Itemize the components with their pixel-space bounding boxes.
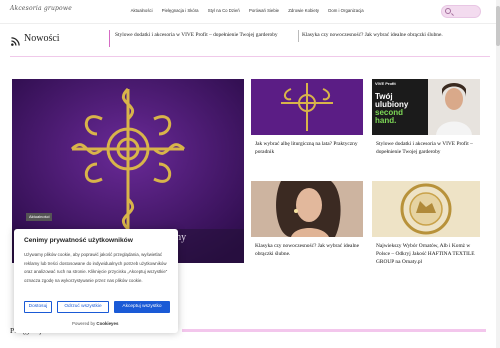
top-navigation: Akcesoria grupowe Aktualności Pielęgnacj… <box>0 0 500 24</box>
ad-panel: VIVE Profit Twój ulubiony second hand. <box>372 79 428 135</box>
nav-item-styl[interactable]: Styl na Co Dzień <box>203 8 244 13</box>
cookie-description: Używamy plików cookie, aby poprawić jako… <box>24 252 168 283</box>
article-title[interactable]: Klasyka czy nowoczesność? Jak wybrać ide… <box>255 242 363 258</box>
reject-all-button[interactable]: Odrzuć wszystkie <box>57 301 109 313</box>
rss-icon <box>11 37 20 46</box>
model-photo <box>428 79 480 135</box>
section-divider <box>10 56 490 57</box>
site-logo[interactable]: Akcesoria grupowe <box>10 5 72 12</box>
page: Akcesoria grupowe Aktualności Pielęgnacj… <box>0 0 500 348</box>
customize-button[interactable]: Dostosuj <box>24 301 52 313</box>
ticker-title: Nowości <box>24 33 60 44</box>
category-badge[interactable]: Aktualności <box>26 213 53 221</box>
nav-item-dom[interactable]: Dom i Organizacja <box>324 8 369 13</box>
ad-brand: VIVE Profit <box>375 81 396 86</box>
page-scrollbar[interactable] <box>496 0 500 348</box>
cookie-title: Cenimy prywatność użytkowników <box>24 237 133 244</box>
powered-by: Powered by Cookieyes <box>72 321 118 326</box>
article-title[interactable]: Najwiekszy Wybór Ornatów, Alb i Komż w P… <box>376 242 480 266</box>
news-ticker <box>0 26 500 50</box>
article-image[interactable]: VIVE Profit Twój ulubiony second hand. <box>372 79 480 135</box>
nav-item-pielegnacja[interactable]: Pielęgnacja i Skóra <box>157 8 203 13</box>
cookieyes-logo[interactable]: Cookieyes <box>96 321 118 326</box>
powered-by-label: Powered by <box>72 321 96 326</box>
section-underline <box>182 329 486 332</box>
embroidery-photo <box>372 181 480 237</box>
jewelry-photo <box>251 181 363 237</box>
article-title[interactable]: Jak wybrać albę liturgiczną na lata? Pra… <box>255 140 363 156</box>
ad-slogan-line: hand. <box>375 116 397 125</box>
article-image[interactable] <box>372 181 480 237</box>
nav-item-zdrowie[interactable]: Zdrowie Kobiety <box>284 8 324 13</box>
main-menu: Aktualności Pielęgnacja i Skóra Styl na … <box>126 8 368 13</box>
ticker-item[interactable]: Stylowe dodatki i akcesoria w VIVE Profi… <box>115 32 278 38</box>
article-image[interactable] <box>251 79 363 135</box>
ticker-separator <box>109 30 110 47</box>
nav-item-aktualnosci[interactable]: Aktualności <box>126 8 157 13</box>
ticker-divider <box>298 30 299 42</box>
scrollbar-thumb[interactable] <box>496 6 500 46</box>
vestment-image <box>251 79 363 135</box>
search-icon[interactable] <box>445 8 451 14</box>
cookie-consent-dialog: Cenimy prywatność użytkowników Używamy p… <box>14 229 178 333</box>
nav-item-porownan[interactable]: Porówań Siebie <box>244 8 283 13</box>
ticker-item[interactable]: Klasyka czy nowoczesność? Jak wybrać ide… <box>302 32 443 38</box>
accept-all-button[interactable]: Akceptuj wszystko <box>114 301 170 313</box>
article-image[interactable] <box>251 181 363 237</box>
article-title[interactable]: Stylowe dodatki i akcesoria w VIVE Profi… <box>376 140 480 156</box>
